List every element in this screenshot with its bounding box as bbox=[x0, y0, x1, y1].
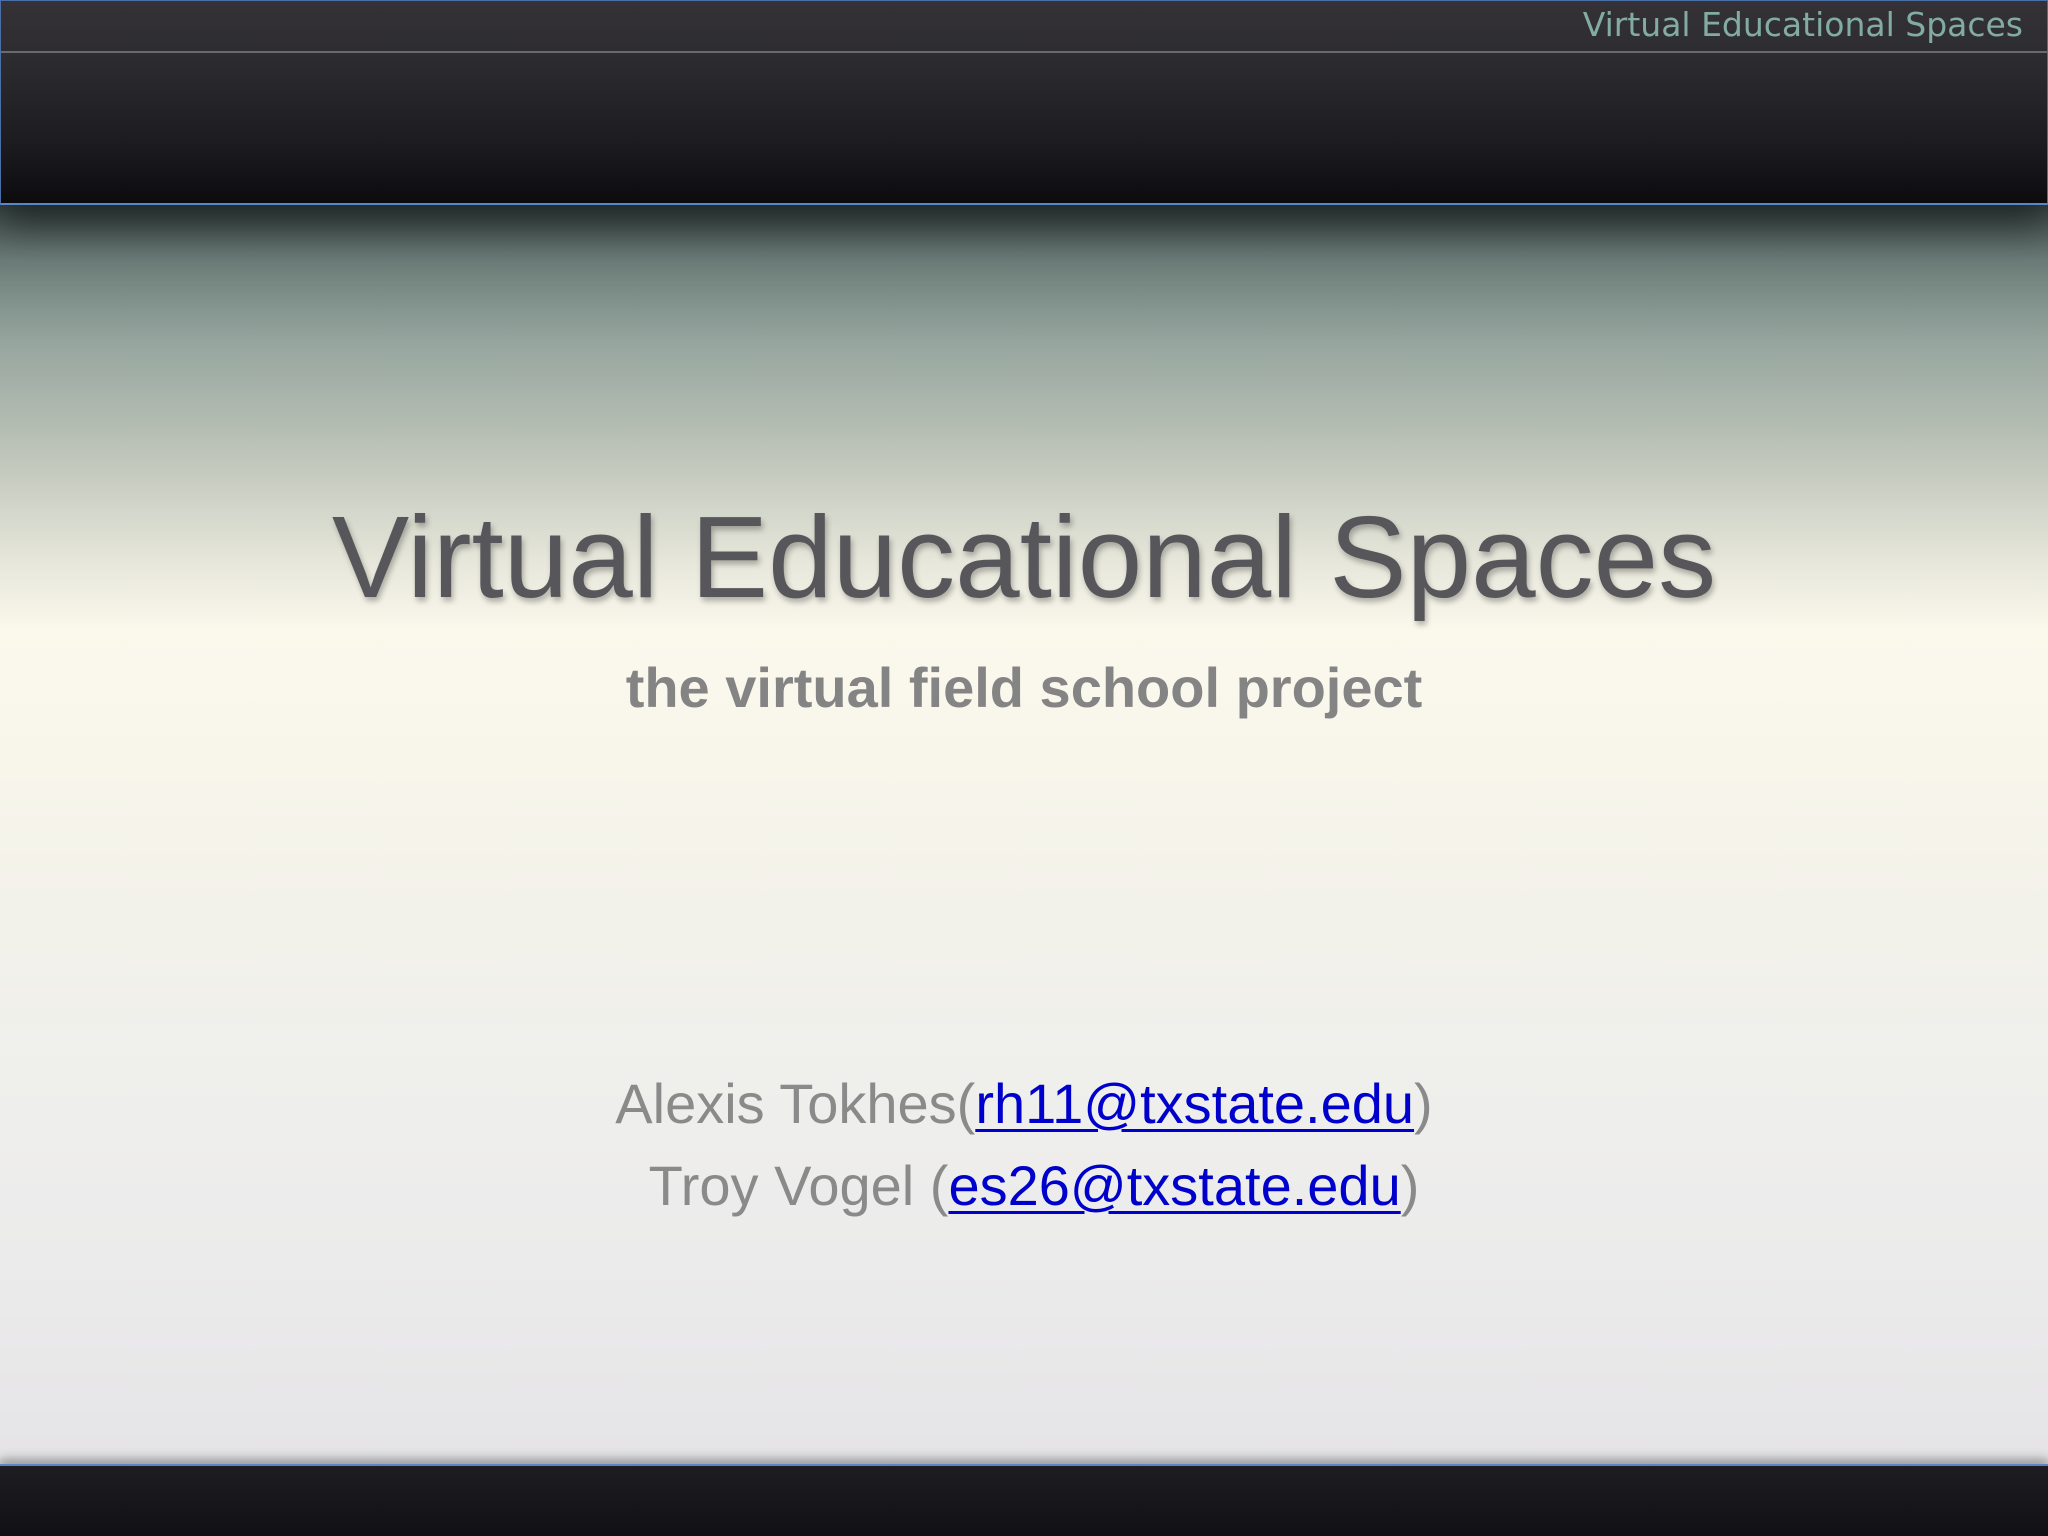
author-open-paren: ( bbox=[914, 1154, 949, 1217]
author-line-1: Alexis Tokhes(rh11@txstate.edu) bbox=[0, 1063, 2048, 1145]
header-band: Virtual Educational Spaces bbox=[0, 0, 2048, 205]
author-close-paren: ) bbox=[1400, 1154, 1420, 1217]
footer-band bbox=[0, 1464, 2048, 1536]
slide-title: Virtual Educational Spaces bbox=[331, 492, 1717, 622]
author-line-2: Troy Vogel (es26@txstate.edu) bbox=[0, 1145, 2048, 1227]
header-title: Virtual Educational Spaces bbox=[1582, 5, 2023, 44]
author-list: Alexis Tokhes(rh11@txstate.edu) Troy Vog… bbox=[0, 1063, 2048, 1227]
slide: Virtual Educational Spaces Virtual Educa… bbox=[0, 0, 2048, 1536]
author-email-link[interactable]: rh11@txstate.edu bbox=[975, 1072, 1414, 1135]
author-name: Troy Vogel bbox=[648, 1154, 915, 1217]
author-email-link[interactable]: es26@txstate.edu bbox=[948, 1154, 1400, 1217]
header-divider bbox=[1, 51, 2048, 53]
author-close-paren: ) bbox=[1414, 1072, 1433, 1135]
author-name: Alexis Tokhes bbox=[615, 1072, 957, 1135]
slide-subtitle: the virtual field school project bbox=[625, 656, 1423, 719]
author-open-paren: ( bbox=[956, 1072, 976, 1135]
